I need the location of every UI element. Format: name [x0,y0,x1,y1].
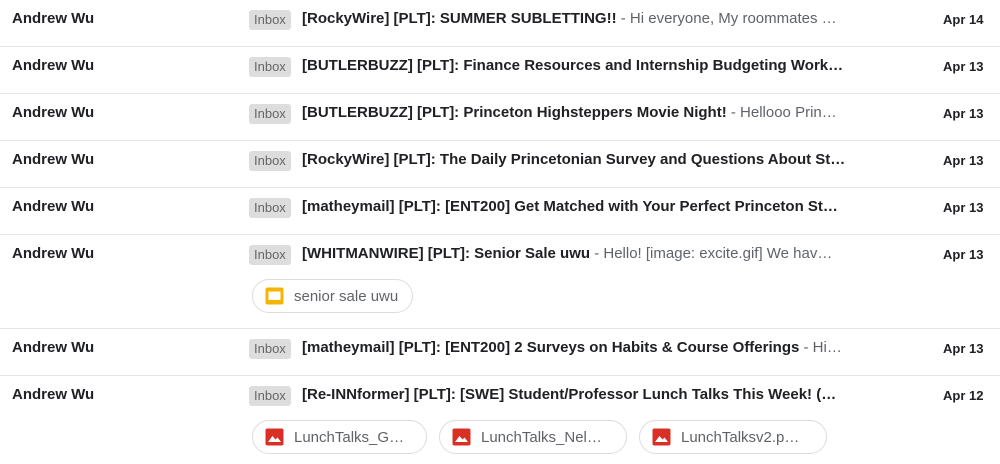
email-row[interactable]: Andrew Wu Inbox [matheymail] [PLT]: [ENT… [0,188,1000,235]
attachment-chip[interactable]: LunchTalksv2.p… [639,420,827,454]
email-subject-line: [RockyWire] [PLT]: SUMMER SUBLETTING!! -… [302,9,878,29]
attachment-name: LunchTalks_Nel… [481,428,602,446]
email-snippet: - Hello! [image: excite.gif] We hav… [590,245,833,262]
email-subject: [Re-INNformer] [PLT]: [SWE] Student/Prof… [302,386,837,403]
email-row[interactable]: Andrew Wu Inbox [BUTLERBUZZ] [PLT]: Prin… [0,94,1000,141]
email-date: Apr 13 [943,200,984,215]
inbox-label-badge[interactable]: Inbox [249,151,291,171]
email-snippet: - Hi… [799,339,842,356]
email-date: Apr 13 [943,59,984,74]
email-date: Apr 13 [943,247,984,262]
email-sender: Andrew Wu [12,151,95,168]
inbox-label-badge[interactable]: Inbox [249,10,291,30]
email-subject: [RockyWire] [PLT]: The Daily Princetonia… [302,151,846,168]
email-subject-line: [WHITMANWIRE] [PLT]: Senior Sale uwu - H… [302,244,878,264]
attachment-name: LunchTalks_Gm… [294,428,412,446]
email-row[interactable]: Andrew Wu Inbox [matheymail] [PLT]: [ENT… [0,329,1000,376]
inbox-label-badge[interactable]: Inbox [249,57,291,77]
slides-icon [265,287,284,305]
email-date: Apr 14 [943,12,984,27]
email-subject: [BUTLERBUZZ] [PLT]: Princeton Highsteppe… [302,104,727,121]
email-row[interactable]: Andrew Wu Inbox [BUTLERBUZZ] [PLT]: Fina… [0,47,1000,94]
email-row[interactable]: Andrew Wu Inbox [RockyWire] [PLT]: SUMME… [0,0,1000,47]
email-sender: Andrew Wu [12,245,95,262]
image-icon [265,428,284,446]
email-sender: Andrew Wu [12,10,95,27]
inbox-label-badge[interactable]: Inbox [249,339,291,359]
inbox-label-badge[interactable]: Inbox [249,104,291,124]
email-subject-line: [matheymail] [PLT]: [ENT200] 2 Surveys o… [302,338,878,358]
email-subject: [matheymail] [PLT]: [ENT200] 2 Surveys o… [302,339,800,356]
email-snippet: - Hi everyone, My roommates … [616,10,837,27]
attachment-chips: LunchTalks_Gm… LunchTalks_Nel… LunchTalk… [252,420,827,454]
email-row[interactable]: Andrew Wu Inbox [WHITMANWIRE] [PLT]: Sen… [0,235,1000,329]
email-sender: Andrew Wu [12,198,95,215]
image-icon [652,428,671,446]
email-row[interactable]: Andrew Wu Inbox [Re-INNformer] [PLT]: [S… [0,376,1000,464]
email-subject-line: [Re-INNformer] [PLT]: [SWE] Student/Prof… [302,385,878,405]
email-sender: Andrew Wu [12,104,95,121]
email-sender: Andrew Wu [12,57,95,74]
email-subject-line: [matheymail] [PLT]: [ENT200] Get Matched… [302,197,878,217]
email-subject: [WHITMANWIRE] [PLT]: Senior Sale uwu [302,245,591,262]
email-subject: [RockyWire] [PLT]: SUMMER SUBLETTING!! [302,10,617,27]
email-snippet: - Hellooo Prin… [726,104,837,121]
email-list: Andrew Wu Inbox [RockyWire] [PLT]: SUMME… [0,0,1000,464]
email-date: Apr 13 [943,341,984,356]
email-row[interactable]: Andrew Wu Inbox [RockyWire] [PLT]: The D… [0,141,1000,188]
attachment-chip[interactable]: LunchTalks_Nel… [439,420,627,454]
email-subject: [matheymail] [PLT]: [ENT200] Get Matched… [302,198,838,215]
inbox-label-badge[interactable]: Inbox [249,386,291,406]
email-date: Apr 13 [943,153,984,168]
email-subject-line: [RockyWire] [PLT]: The Daily Princetonia… [302,150,878,170]
email-subject-line: [BUTLERBUZZ] [PLT]: Finance Resources an… [302,56,878,76]
image-icon [452,428,471,446]
email-subject: [BUTLERBUZZ] [PLT]: Finance Resources an… [302,57,844,74]
email-date: Apr 13 [943,106,984,121]
inbox-label-badge[interactable]: Inbox [249,198,291,218]
attachment-chip[interactable]: LunchTalks_Gm… [252,420,427,454]
attachment-chips: senior sale uwu [252,279,414,313]
inbox-label-badge[interactable]: Inbox [249,245,291,265]
email-subject-line: [BUTLERBUZZ] [PLT]: Princeton Highsteppe… [302,103,878,123]
attachment-name: senior sale uwu [294,287,399,305]
email-sender: Andrew Wu [12,339,95,356]
email-date: Apr 12 [943,388,984,403]
email-sender: Andrew Wu [12,386,95,403]
attachment-chip[interactable]: senior sale uwu [252,279,414,313]
attachment-name: LunchTalksv2.p… [681,428,800,446]
